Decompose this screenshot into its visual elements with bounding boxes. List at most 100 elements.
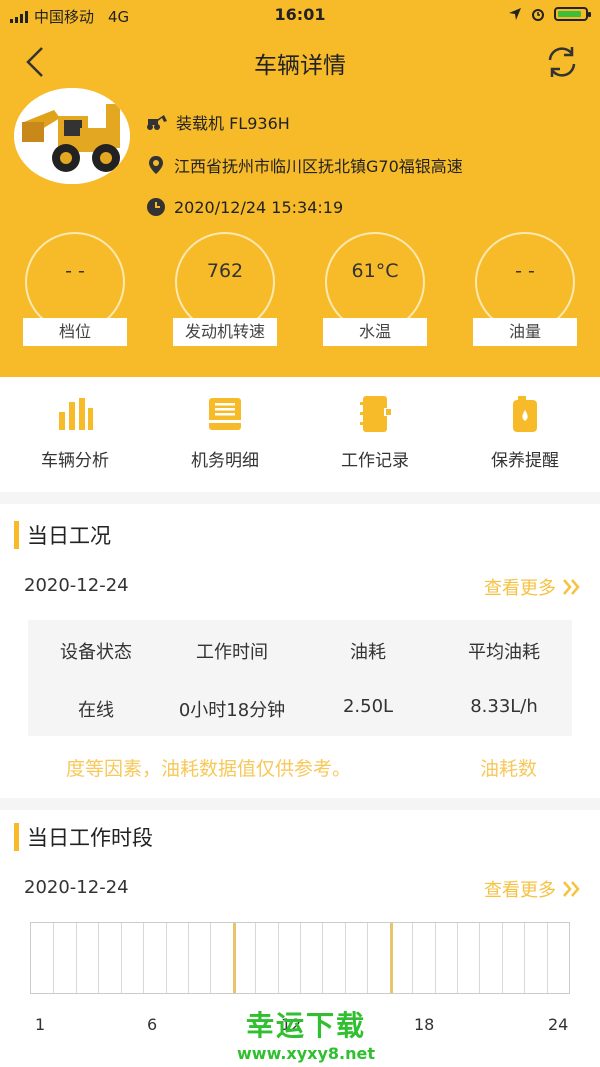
bar-chart-icon [59, 398, 93, 430]
vehicle-time-row: 2020/12/24 15:34:19 [146, 197, 343, 217]
hour-divider [187, 923, 189, 993]
hour-divider [98, 923, 100, 993]
periods-section-title: 当日工作时段 [14, 822, 153, 852]
gauge-label: 油量 [473, 318, 577, 346]
inbox-list-icon [209, 398, 241, 430]
section-divider [0, 798, 600, 810]
gauge-value: - - [65, 260, 85, 282]
hour-tick-label: 6 [147, 1015, 158, 1034]
gauge-label: 档位 [23, 318, 127, 346]
gauge-label: 发动机转速 [173, 318, 277, 346]
double-chevron-right-icon [563, 881, 580, 897]
alarm-clock-icon [532, 9, 544, 21]
hour-divider [75, 923, 77, 993]
oil-can-icon [513, 396, 537, 432]
vehicle-timestamp: 2020/12/24 15:34:19 [174, 197, 344, 217]
hour-divider [143, 923, 145, 993]
hour-divider [300, 923, 301, 993]
nav-bar: 车辆详情 [0, 40, 600, 84]
quick-action-maintenance[interactable]: 保养提醒 [470, 390, 580, 471]
hour-divider [210, 923, 212, 993]
quick-action-vehicle-analysis[interactable]: 车辆分析 [20, 390, 130, 471]
hour-divider [412, 923, 414, 993]
location-pin-icon [149, 156, 163, 174]
vehicle-name: 装载机 FL936H [176, 114, 290, 133]
watermark-url: www.xyxy8.net [237, 1044, 375, 1063]
daily-more-link[interactable]: 查看更多 [484, 574, 582, 600]
hour-tick-label: 24 [548, 1015, 569, 1034]
hour-divider [479, 923, 481, 993]
vehicle-header: 中国移动 4G 16:01 车辆详情 装载机 FL936H 江西省抚州市临川区抚… [0, 0, 600, 377]
active-hour-marker [389, 923, 393, 993]
gauge-ring [325, 232, 425, 332]
quick-action-work-record[interactable]: 工作记录 [320, 390, 430, 471]
fuel-disclaimer-marquee: 度等因素，油耗数据值仅供参考。 油耗数 [40, 752, 560, 786]
table-cell: 在线 [78, 700, 114, 721]
daily-stats-table: 设备状态 工作时间 油耗 平均油耗 在线 0小时18分钟 2.50L 8.33L… [28, 620, 572, 736]
vehicle-location: 江西省抚州市临川区抚北镇G70福银高速 [174, 157, 463, 176]
title-accent-bar [14, 823, 19, 851]
double-chevron-right-icon [563, 579, 580, 595]
hour-divider [501, 923, 503, 993]
battery-fill [558, 11, 581, 17]
daily-title: 当日工况 [27, 524, 111, 548]
page-title: 车辆详情 [254, 53, 346, 79]
gauge-gear: - - 档位 [23, 232, 127, 347]
active-hour-marker [232, 923, 236, 993]
hour-tick-label: 18 [414, 1015, 435, 1034]
table-header: 平均油耗 [468, 642, 540, 663]
vehicle-avatar [14, 88, 130, 184]
hour-divider [277, 923, 279, 993]
work-period-timeline [30, 922, 570, 994]
hour-divider [120, 923, 122, 993]
battery-icon [554, 7, 591, 21]
excavator-icon [147, 115, 167, 130]
hour-divider [165, 923, 167, 993]
section-divider [0, 492, 600, 504]
watermark-title: 幸运下载 [245, 1009, 366, 1042]
clock-icon [147, 198, 165, 216]
title-accent-bar [14, 521, 19, 549]
periods-more-link[interactable]: 查看更多 [484, 876, 582, 902]
hour-divider [322, 923, 324, 993]
daily-section-title: 当日工况 [14, 520, 111, 550]
quick-action-service-detail[interactable]: 机务明细 [170, 390, 280, 471]
vehicle-name-row: 装载机 FL936H [146, 110, 290, 134]
status-bar: 中国移动 4G 16:01 [0, 0, 600, 30]
table-header: 油耗 [350, 642, 386, 663]
quick-action-label: 车辆分析 [41, 451, 109, 471]
table-cell: 0小时18分钟 [178, 700, 286, 721]
gauge-value: 762 [206, 260, 244, 282]
table-cell: 2.50L [342, 696, 394, 717]
site-watermark: 幸运下载 www.xyxy8.net [216, 1004, 396, 1064]
gauge-ring [25, 232, 125, 332]
refresh-icon[interactable] [544, 44, 580, 80]
gauge-fuel: - - 油量 [473, 232, 577, 347]
location-arrow-icon [509, 8, 521, 20]
hour-divider [546, 923, 548, 993]
hour-tick-label: 1 [35, 1015, 46, 1034]
table-header: 工作时间 [196, 642, 268, 663]
quick-action-label: 工作记录 [341, 451, 409, 471]
gauge-value: 61°C [351, 260, 399, 282]
table-header: 设备状态 [60, 642, 132, 663]
periods-more-label: 查看更多 [484, 880, 556, 901]
periods-date: 2020-12-24 [24, 877, 129, 898]
hour-divider [344, 923, 346, 993]
daily-more-label: 查看更多 [484, 578, 556, 599]
hour-divider [367, 923, 369, 993]
hour-divider [524, 923, 526, 993]
disclaimer-text-repeat: 油耗数 [480, 758, 538, 780]
gauge-label: 水温 [323, 318, 427, 346]
gauge-ring [175, 232, 275, 332]
vehicle-location-row: 江西省抚州市临川区抚北镇G70福银高速 [146, 153, 463, 177]
hour-divider [434, 923, 436, 993]
hour-divider [53, 923, 55, 993]
gauge-value: - - [515, 260, 535, 282]
periods-title: 当日工作时段 [27, 826, 153, 850]
disclaimer-text: 度等因素，油耗数据值仅供参考。 [66, 758, 352, 780]
gauge-water-temp: 61°C 水温 [323, 232, 427, 347]
quick-action-label: 保养提醒 [491, 451, 559, 471]
hour-divider [456, 923, 458, 993]
daily-date: 2020-12-24 [24, 575, 129, 596]
